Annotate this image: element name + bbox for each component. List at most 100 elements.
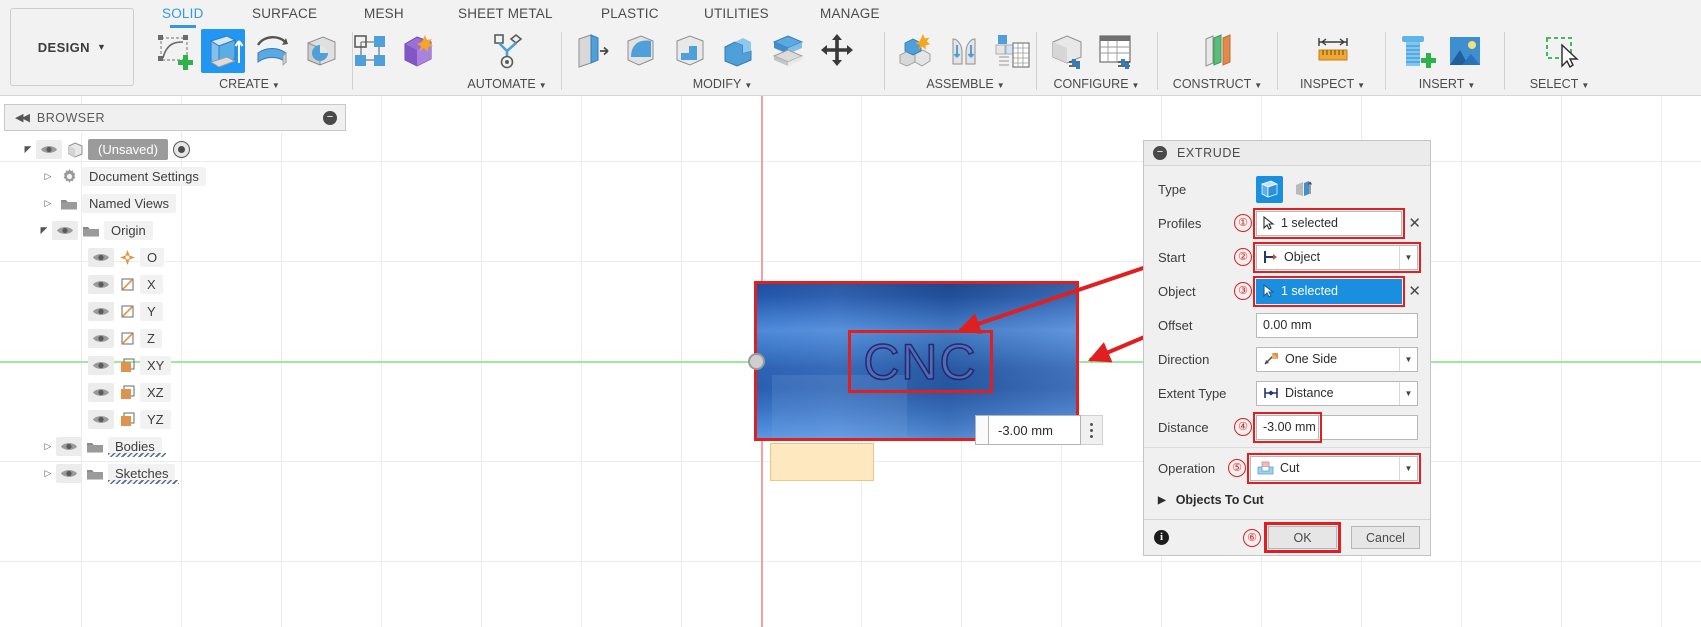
chevron-down-icon[interactable]: ▼ (1399, 347, 1417, 371)
ribbon-group-label-modify[interactable]: MODIFY ▼ (570, 77, 875, 91)
chevron-down-icon[interactable]: ▼ (1399, 456, 1417, 480)
tree-item-plane-yz[interactable]: YZ (4, 406, 346, 433)
minimize-icon[interactable]: − (323, 110, 337, 125)
operation-dropdown[interactable]: Cut ▼ (1247, 452, 1421, 484)
clear-profiles-icon[interactable]: ✕ (1408, 214, 1421, 232)
visibility-eye-icon[interactable] (36, 140, 62, 159)
workspace-selector[interactable]: DESIGN ▼ (10, 8, 134, 86)
twisty-expanded-icon[interactable]: ◤ (20, 144, 36, 155)
collapse-panel-icon[interactable]: ◀◀ (15, 111, 30, 124)
combine-icon[interactable] (717, 29, 761, 73)
twisty-collapsed-icon[interactable]: ▷ (40, 441, 56, 452)
new-component-icon[interactable] (893, 29, 937, 73)
visibility-eye-icon[interactable] (88, 302, 114, 321)
tree-item-plane-xy[interactable]: XY (4, 352, 346, 379)
visibility-eye-icon[interactable] (88, 383, 114, 402)
twisty-collapsed-icon[interactable]: ▷ (40, 171, 56, 182)
type-thin-icon[interactable] (1290, 176, 1317, 203)
origin-marker[interactable] (748, 353, 765, 370)
offset-plane-icon[interactable] (1196, 29, 1240, 73)
active-component-radio[interactable] (172, 141, 190, 158)
distance-manipulator[interactable]: -3.00 mm (975, 415, 1103, 445)
visibility-eye-icon[interactable] (88, 410, 114, 429)
sketch-region[interactable] (770, 443, 874, 481)
tab-plastic[interactable]: PLASTIC (601, 6, 659, 21)
fillet-icon[interactable] (619, 29, 663, 73)
extrude-icon[interactable] (201, 29, 245, 73)
tree-item-axis-y[interactable]: Y (4, 298, 346, 325)
pattern-icon[interactable] (348, 29, 392, 73)
ribbon-group-label-automate[interactable]: AUTOMATE ▼ (462, 77, 552, 91)
shell-icon[interactable] (668, 29, 712, 73)
cnc-profile-selection[interactable]: CNC (848, 330, 993, 393)
objects-to-cut-section[interactable]: ▶ Objects To Cut (1144, 485, 1430, 515)
revolve-icon[interactable] (250, 29, 294, 73)
twisty-collapsed-icon[interactable]: ▷ (40, 468, 56, 479)
twisty-collapsed-icon[interactable]: ▷ (40, 198, 56, 209)
sweep-icon[interactable] (299, 29, 343, 73)
ribbon-group-label-insert[interactable]: INSERT ▼ (1394, 77, 1500, 91)
assemble-table-icon[interactable] (991, 29, 1035, 73)
expand-triangle-icon[interactable]: ▶ (1158, 495, 1166, 506)
twisty-expanded-icon[interactable]: ◤ (36, 225, 52, 236)
insert-mcmaster-icon[interactable] (1394, 29, 1438, 73)
object-select[interactable]: 1 selected ✕ (1253, 275, 1421, 307)
split-face-icon[interactable] (766, 29, 810, 73)
distance-input[interactable]: -3.00 mm (1253, 411, 1322, 443)
tree-item-axis-z[interactable]: Z (4, 325, 346, 352)
tree-item-document-settings[interactable]: ▷ Document Settings (4, 163, 346, 190)
tab-surface[interactable]: SURFACE (252, 6, 317, 21)
visibility-eye-icon[interactable] (88, 248, 114, 267)
tab-mesh[interactable]: MESH (364, 6, 404, 21)
visibility-eye-icon[interactable] (56, 464, 82, 483)
visibility-eye-icon[interactable] (88, 329, 114, 348)
ribbon-group-label-assemble[interactable]: ASSEMBLE ▼ (893, 77, 1038, 91)
tab-solid[interactable]: SOLID (162, 6, 204, 28)
tree-item-named-views[interactable]: ▷ Named Views (4, 190, 346, 217)
chevron-down-icon[interactable]: ▼ (1399, 245, 1417, 269)
select-window-icon[interactable] (1538, 29, 1582, 73)
profiles-select[interactable]: 1 selected ✕ (1253, 207, 1421, 239)
configure-table-icon[interactable] (1094, 29, 1138, 73)
tree-item-unsaved[interactable]: ◤ (Unsaved) (4, 136, 346, 163)
visibility-eye-icon[interactable] (56, 437, 82, 456)
ribbon-group-label-inspect[interactable]: INSPECT ▼ (1285, 77, 1380, 91)
manipulator-options-icon[interactable] (1081, 415, 1103, 445)
tab-manage[interactable]: MANAGE (820, 6, 880, 21)
collapse-dialog-icon[interactable]: − (1153, 146, 1167, 160)
tree-item-axis-x[interactable]: X (4, 271, 346, 298)
press-pull-icon[interactable] (570, 29, 614, 73)
ok-button[interactable]: OK (1264, 522, 1341, 553)
form-icon[interactable] (397, 29, 441, 73)
move-copy-icon[interactable] (815, 29, 859, 73)
extent-type-dropdown[interactable]: Distance ▼ (1256, 380, 1418, 406)
ribbon-group-label-create[interactable]: CREATE ▼ (152, 77, 347, 91)
joint-icon[interactable] (942, 29, 986, 73)
tree-item-origin-point[interactable]: O (4, 244, 346, 271)
tree-item-plane-xz[interactable]: XZ (4, 379, 346, 406)
ribbon-group-label-configure[interactable]: CONFIGURE ▼ (1045, 77, 1148, 91)
ribbon-group-label-select[interactable]: SELECT ▼ (1512, 77, 1607, 91)
tree-item-sketches[interactable]: ▷ Sketches (4, 460, 346, 487)
manipulator-grip[interactable] (975, 415, 988, 445)
measure-icon[interactable] (1311, 29, 1355, 73)
visibility-eye-icon[interactable] (88, 356, 114, 375)
automate-icon[interactable] (485, 29, 529, 73)
type-solid-icon[interactable] (1256, 175, 1283, 203)
visibility-eye-icon[interactable] (52, 221, 78, 240)
visibility-eye-icon[interactable] (88, 275, 114, 294)
insert-image-icon[interactable] (1443, 29, 1487, 73)
tree-item-bodies[interactable]: ▷ Bodies (4, 433, 346, 460)
info-icon[interactable]: i (1154, 530, 1169, 545)
distance-input-extension[interactable] (1319, 414, 1418, 440)
tree-item-origin[interactable]: ◤ Origin (4, 217, 346, 244)
manipulator-distance-input[interactable]: -3.00 mm (988, 415, 1081, 445)
tab-sheet-metal[interactable]: SHEET METAL (458, 6, 553, 21)
clear-object-icon[interactable]: ✕ (1408, 282, 1421, 300)
start-dropdown[interactable]: Object ▼ (1253, 241, 1421, 273)
chevron-down-icon[interactable]: ▼ (1399, 381, 1417, 405)
direction-dropdown[interactable]: One Side ▼ (1256, 346, 1418, 372)
offset-input[interactable]: 0.00 mm (1256, 312, 1418, 338)
ribbon-group-label-construct[interactable]: CONSTRUCT ▼ (1165, 77, 1270, 91)
configure-body-icon[interactable] (1045, 29, 1089, 73)
